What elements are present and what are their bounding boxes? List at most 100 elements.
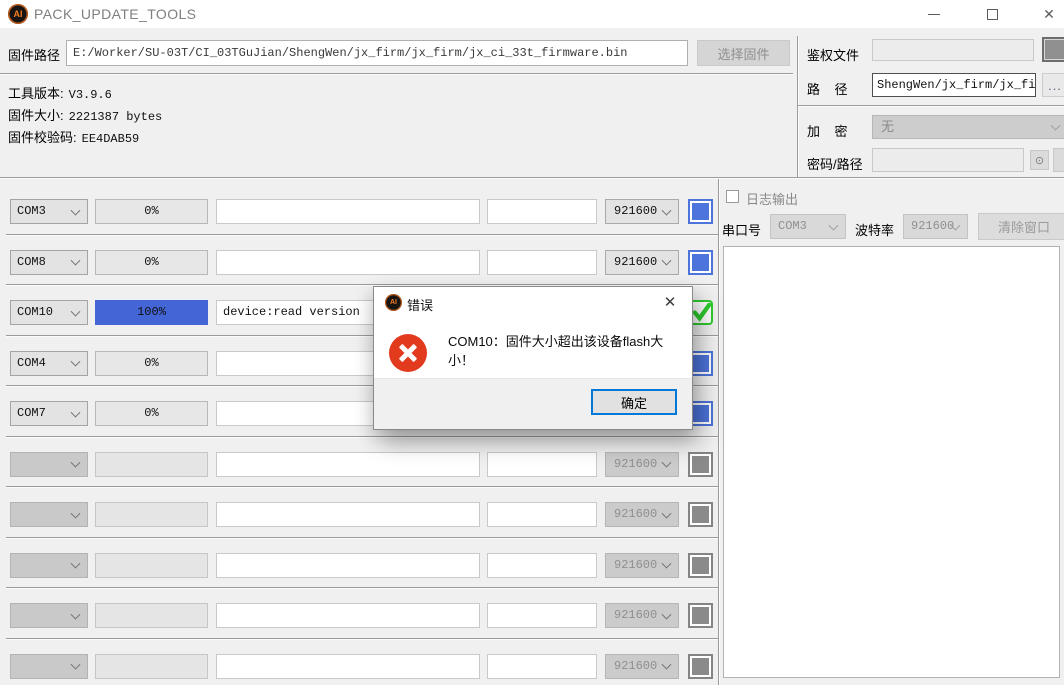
checkmark-icon (690, 299, 713, 326)
baud-select[interactable]: 921600 (605, 199, 679, 224)
extra-field[interactable] (487, 502, 597, 527)
firmware-size-line: 固件大小:2221387 bytes (8, 105, 162, 124)
extra-field[interactable] (487, 250, 597, 275)
chevron-down-icon (71, 458, 81, 468)
status-checkbox[interactable] (688, 250, 713, 275)
extra-field[interactable] (487, 603, 597, 628)
serial-port-select[interactable]: COM3 (770, 214, 846, 239)
chevron-down-icon (71, 660, 81, 670)
progress-bar (95, 654, 208, 679)
status-message-field[interactable] (216, 502, 480, 527)
ok-button[interactable]: 确定 (591, 389, 677, 415)
status-message-field[interactable] (216, 654, 480, 679)
password-path-input[interactable] (872, 148, 1024, 172)
status-checkbox[interactable] (688, 452, 713, 477)
status-message-field[interactable] (216, 199, 480, 224)
extra-field[interactable] (487, 452, 597, 477)
clear-window-button[interactable]: 清除窗口 (978, 213, 1064, 240)
dialog-close-button[interactable]: ✕ (658, 292, 682, 312)
firmware-path-input[interactable]: E:/Worker/SU-03T/CI_03TGuJian/ShengWen/j… (66, 40, 688, 66)
extra-field[interactable] (487, 553, 597, 578)
close-icon: ✕ (1043, 6, 1055, 23)
progress-bar: 0% (95, 351, 208, 376)
target-button[interactable]: ⊙ (1030, 150, 1049, 170)
app-window: AI PACK_UPDATE_TOOLS ✕ 固件路径 E:/Worker/SU… (0, 0, 1064, 685)
log-output-checkbox[interactable] (726, 190, 739, 203)
baud-rate-select[interactable]: 921600 (903, 214, 968, 239)
baud-rate-label: 波特率 (855, 220, 894, 239)
com-port-select[interactable]: COM7 (10, 401, 88, 426)
com-row: 921600 (0, 438, 718, 489)
extra-field[interactable] (487, 654, 597, 679)
checkbox-fill (692, 456, 709, 473)
minimize-icon (928, 14, 940, 15)
status-checkbox[interactable] (688, 502, 713, 527)
checkbox-fill (692, 607, 709, 624)
extra-button[interactable] (1053, 148, 1064, 172)
auth-path-input[interactable]: ShengWen/jx_firm/jx_firm (872, 73, 1036, 97)
auth-file-label: 鉴权文件 (807, 45, 859, 64)
title-bar: AI PACK_UPDATE_TOOLS ✕ (0, 0, 1064, 28)
maximize-button[interactable] (972, 0, 1012, 28)
progress-bar: 100% (95, 300, 208, 325)
status-message-field[interactable] (216, 250, 480, 275)
password-path-label: 密码/路径 (807, 154, 863, 173)
baud-select[interactable]: 921600 (605, 553, 679, 578)
dialog-app-icon: AI (385, 294, 402, 311)
com-port-select[interactable] (10, 654, 88, 679)
com-port-select[interactable] (10, 502, 88, 527)
checkbox-fill (692, 658, 709, 675)
com-port-select[interactable] (10, 553, 88, 578)
com-port-select[interactable]: COM4 (10, 351, 88, 376)
baud-select[interactable]: 921600 (605, 654, 679, 679)
tool-version-line: 工具版本:V3.9.6 (8, 83, 112, 102)
extra-field[interactable] (487, 199, 597, 224)
dialog-title: 错误 (407, 295, 433, 314)
com-log-divider (718, 179, 720, 685)
com-port-select[interactable] (10, 452, 88, 477)
status-checkbox[interactable] (688, 553, 713, 578)
status-message-field[interactable] (216, 553, 480, 578)
serial-port-label: 串口号 (722, 220, 761, 239)
com-port-select[interactable] (10, 603, 88, 628)
separator-line (0, 73, 793, 75)
encrypt-label: 加 密 (807, 121, 847, 140)
firmware-checksum-line: 固件校验码:EE4DAB59 (8, 127, 139, 146)
separator-line (0, 177, 1064, 179)
separator-line (798, 105, 1064, 107)
status-message-field[interactable] (216, 603, 480, 628)
chevron-down-icon (71, 559, 81, 569)
com-row: COM3 0% 921600 (0, 185, 718, 236)
log-output-area[interactable] (723, 246, 1060, 678)
close-button[interactable]: ✕ (1029, 0, 1064, 28)
error-message: COM10：固件大小超出该设备flash大小！ (448, 332, 686, 370)
com-port-select[interactable]: COM3 (10, 199, 88, 224)
auth-state-button[interactable] (1042, 37, 1064, 62)
com-port-select[interactable]: COM10 (10, 300, 88, 325)
status-message-field[interactable] (216, 452, 480, 477)
baud-select[interactable]: 921600 (605, 502, 679, 527)
status-checkbox[interactable] (688, 199, 713, 224)
auth-path-label: 路 径 (807, 79, 847, 98)
minimize-button[interactable] (914, 0, 954, 28)
encrypt-select[interactable]: 无 (872, 115, 1064, 139)
baud-select[interactable]: 921600 (605, 452, 679, 477)
chevron-down-icon (71, 508, 81, 518)
checkbox-fill (692, 506, 709, 523)
com-port-select[interactable]: COM8 (10, 250, 88, 275)
com-row: 921600 (0, 589, 718, 640)
status-checkbox[interactable] (688, 654, 713, 679)
dialog-footer: 确定 (374, 378, 692, 429)
com-row: 921600 (0, 488, 718, 539)
checkbox-fill (692, 405, 709, 422)
baud-select[interactable]: 921600 (605, 250, 679, 275)
progress-bar: 0% (95, 250, 208, 275)
checkbox-fill (692, 203, 709, 220)
status-checkbox[interactable] (688, 603, 713, 628)
select-firmware-button[interactable]: 选择固件 (697, 40, 790, 66)
auth-file-input[interactable] (872, 39, 1034, 61)
browse-button[interactable]: ... (1042, 73, 1064, 97)
progress-bar: 0% (95, 199, 208, 224)
baud-select[interactable]: 921600 (605, 603, 679, 628)
progress-bar (95, 502, 208, 527)
